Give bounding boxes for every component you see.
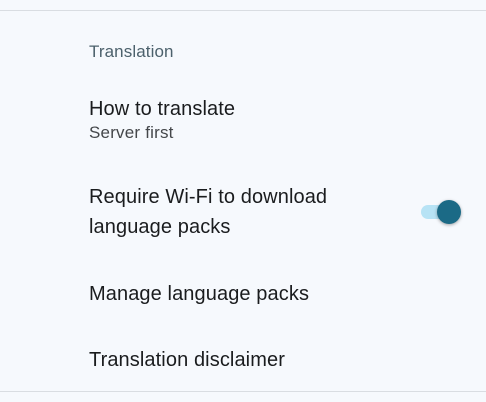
setting-title: How to translate xyxy=(89,98,236,120)
bottom-divider xyxy=(0,391,486,392)
setting-title: Manage language packs xyxy=(89,283,310,305)
section-header-translation: Translation xyxy=(89,42,174,61)
setting-how-to-translate[interactable]: How to translate Server first xyxy=(0,88,486,152)
setting-translation-disclaimer[interactable]: Translation disclaimer xyxy=(0,342,486,382)
setting-manage-language-packs[interactable]: Manage language packs xyxy=(0,276,486,316)
setting-title: Translation disclaimer xyxy=(89,349,285,371)
top-divider xyxy=(0,10,486,11)
setting-title: Require Wi-Fi to download language packs xyxy=(89,186,328,238)
toggle-thumb xyxy=(437,200,461,224)
require-wifi-toggle[interactable] xyxy=(421,199,463,225)
setting-summary: Server first xyxy=(89,123,174,142)
setting-require-wifi[interactable]: Require Wi-Fi to download language packs xyxy=(0,176,486,252)
